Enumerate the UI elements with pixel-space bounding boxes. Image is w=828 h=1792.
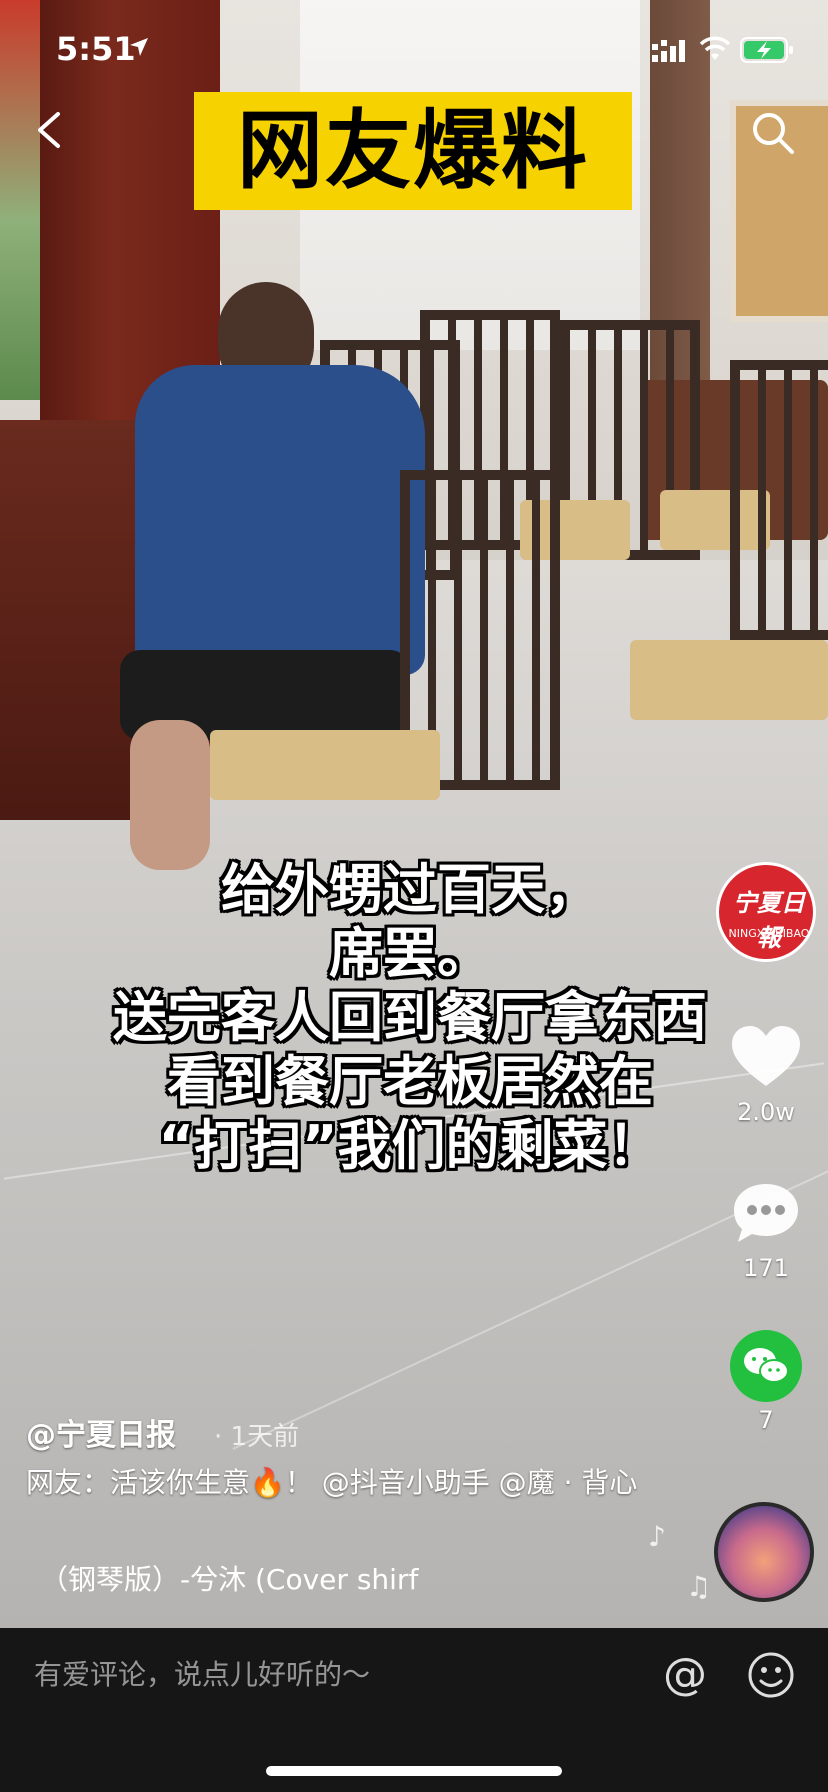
creator-avatar[interactable]: 宁夏日報 NINGXIARIBAO [716,862,816,962]
scene-person-leg [130,720,210,870]
scene-chair-seat [630,640,828,720]
heart-icon [732,1026,800,1086]
comment-button[interactable]: 171 [726,1180,806,1282]
avatar-logo-subtext: NINGXIARIBAO [728,927,810,940]
music-note-icon: ♫ [686,1570,712,1603]
scene-chair [730,360,828,640]
back-button[interactable] [30,108,70,152]
avatar-logo-text: 宁夏日報 [733,888,805,952]
comment-bar: @ [0,1628,828,1792]
video-frame[interactable] [0,0,828,1628]
caption-line: 给外甥过百天， [221,858,599,921]
location-arrow-icon [130,38,148,56]
comment-bubble-icon [734,1184,798,1242]
scene-person-body [135,365,425,675]
home-indicator[interactable] [266,1766,562,1776]
search-icon[interactable] [748,108,798,158]
post-time: · 1天前 [214,1422,300,1452]
emoji-icon[interactable] [746,1650,796,1700]
battery-charging-icon [740,37,793,63]
like-count: 2.0w [737,1098,795,1126]
video-description[interactable]: 网友：活该你生意🔥！ @抖音小助手 @魔 · 背心 [26,1462,646,1504]
share-wechat-button[interactable]: 7 [726,1330,806,1434]
status-bar: 5:51 [0,0,828,100]
caption-line: “打扫”我们的剩菜！ [158,1114,662,1177]
wechat-icon [730,1330,802,1402]
like-button[interactable]: 2.0w [726,1024,806,1126]
comment-input[interactable] [34,1658,554,1691]
music-title[interactable]: （钢琴版）-兮沐 (Cover shirf [40,1558,440,1598]
creator-handle[interactable]: @宁夏日报 [26,1410,176,1454]
status-time: 5:51 [56,30,136,68]
wifi-icon [700,36,730,60]
comment-count: 171 [743,1254,789,1282]
share-count: 7 [758,1406,774,1434]
signal-icon [652,40,685,62]
music-disc[interactable] [714,1502,814,1602]
video-screen[interactable]: 5:51 网友爆料 给外甥过百天， 席罢。 送完客人回到餐厅拿东西 看到餐厅老板… [0,0,828,1792]
caption-line: 席罢。 [329,922,491,985]
caption-line: 看到餐厅老板居然在 [167,1050,653,1113]
video-caption: 给外甥过百天， 席罢。 送完客人回到餐厅拿东西 看到餐厅老板居然在 “打扫”我们… [40,858,780,1178]
scene-chair-seat [210,730,440,800]
at-mention-button[interactable]: @ [660,1650,710,1700]
video-banner-title: 网友爆料 [194,92,632,210]
caption-line: 送完客人回到餐厅拿东西 [113,986,707,1049]
music-note-icon: ♪ [648,1520,666,1553]
